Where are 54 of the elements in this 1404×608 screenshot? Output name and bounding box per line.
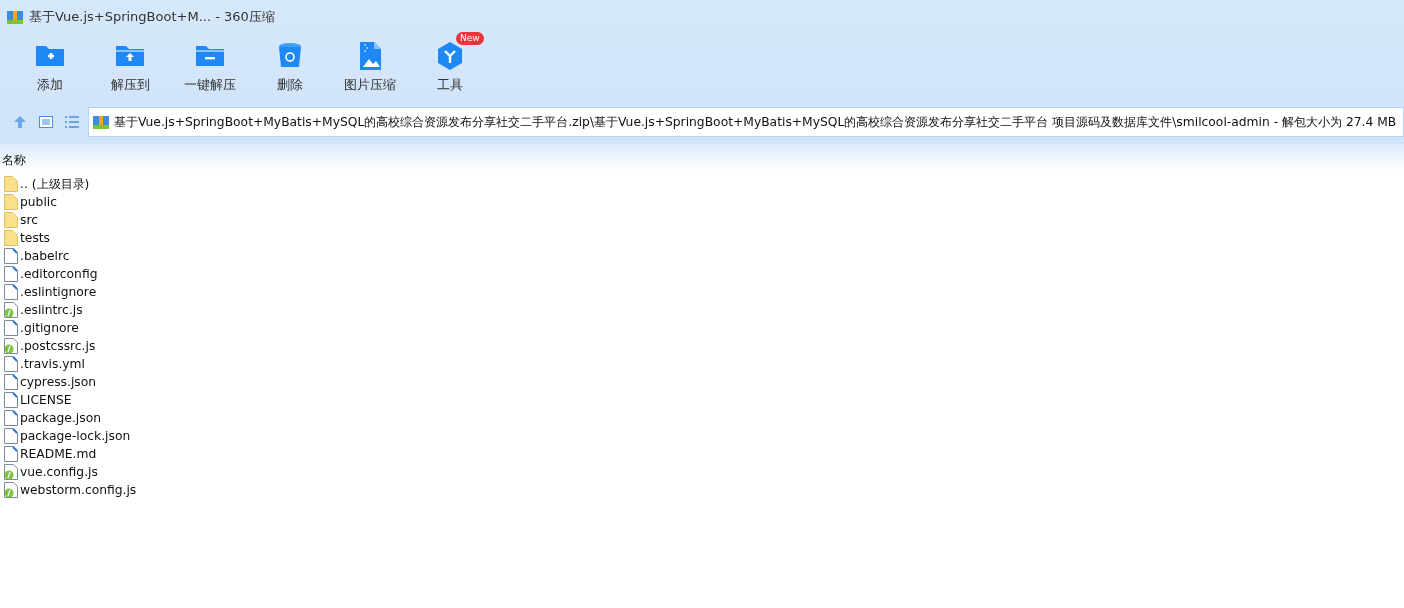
folder-icon [4,230,18,246]
file-name[interactable]: .editorconfig [20,267,98,281]
toolbar-button[interactable]: New 工具 [410,34,490,100]
toolbar-label: 删除 [277,77,303,94]
file-icon [4,320,18,336]
file-name[interactable]: LICENSE [20,393,72,407]
file-name[interactable]: .gitignore [20,321,79,335]
file-name[interactable]: webstorm.config.js [20,483,137,497]
file-icon [4,266,18,282]
file-name[interactable]: .eslintrc.js [20,303,83,317]
toolbar-label: 一键解压 [184,77,236,94]
folder-icon [4,194,18,210]
toolbar-label: 图片压缩 [344,77,396,94]
file-icon [4,284,18,300]
file-name[interactable]: .travis.yml [20,357,85,371]
toolbar-label: 添加 [37,77,63,94]
address-text: 基于Vue.js+SpringBoot+MyBatis+MySQL的高校综合资源发布分享社交二手平台.zip\基于Vue.js+SpringBoot+MyBatis+MySQL的高校综合资源发布分享社交二手平台 项目源码及数据库文件\smilcool-admin - 解包大小为 27.4 MB [114,113,1397,131]
file-name[interactable]: public [20,195,57,209]
folder-icon [4,176,18,192]
archive-icon [7,9,23,25]
toolbar-button[interactable]: 删除 [250,34,330,100]
archive-icon [93,114,109,130]
file-name[interactable]: .babelrc [20,249,70,263]
window-title: 基于Vue.js+SpringBoot+M... - 360压缩 [29,8,275,26]
file-name[interactable]: src [20,213,38,227]
file-name[interactable]: .postcssrc.js [20,339,96,353]
address-field[interactable]: 基于Vue.js+SpringBoot+MyBatis+MySQL的高校综合资源发布分享社交二手平台.zip\基于Vue.js+SpringBoot+MyBatis+MySQL的高校综合资源发布分享社交二手平台 项目源码及数据库文件\smilcool-admin - 解包大小为 27.4 MB [88,107,1404,137]
file-icon [4,356,18,372]
toolbar-label: 工具 [437,77,463,94]
script-file-icon [4,464,18,480]
file-name[interactable]: .. (上级目录) [20,175,90,193]
file-name[interactable]: .eslintignore [20,285,97,299]
file-name[interactable]: vue.config.js [20,465,98,479]
script-file-icon [4,338,18,354]
file-icon [4,392,18,408]
file-name[interactable]: README.md [20,447,97,461]
file-icon [4,446,18,462]
toolbar-button[interactable]: 解压到 [90,34,170,100]
file-name[interactable]: cypress.json [20,375,97,389]
file-name[interactable]: package-lock.json [20,429,131,443]
new-badge: New [456,32,484,45]
file-icon [4,428,18,444]
file-icon [4,374,18,390]
toolbar-button[interactable]: 添加 [10,34,90,100]
file-name[interactable]: tests [20,231,51,245]
file-icon [4,248,18,264]
file-icon [4,410,18,426]
script-file-icon [4,302,18,318]
toolbar-button[interactable]: 一键解压 [170,34,250,100]
toolbar-button[interactable]: 图片压缩 [330,34,410,100]
toolbar-label: 解压到 [110,77,150,94]
folder-icon [4,212,18,228]
file-name[interactable]: package.json [20,411,101,425]
script-file-icon [4,482,18,498]
